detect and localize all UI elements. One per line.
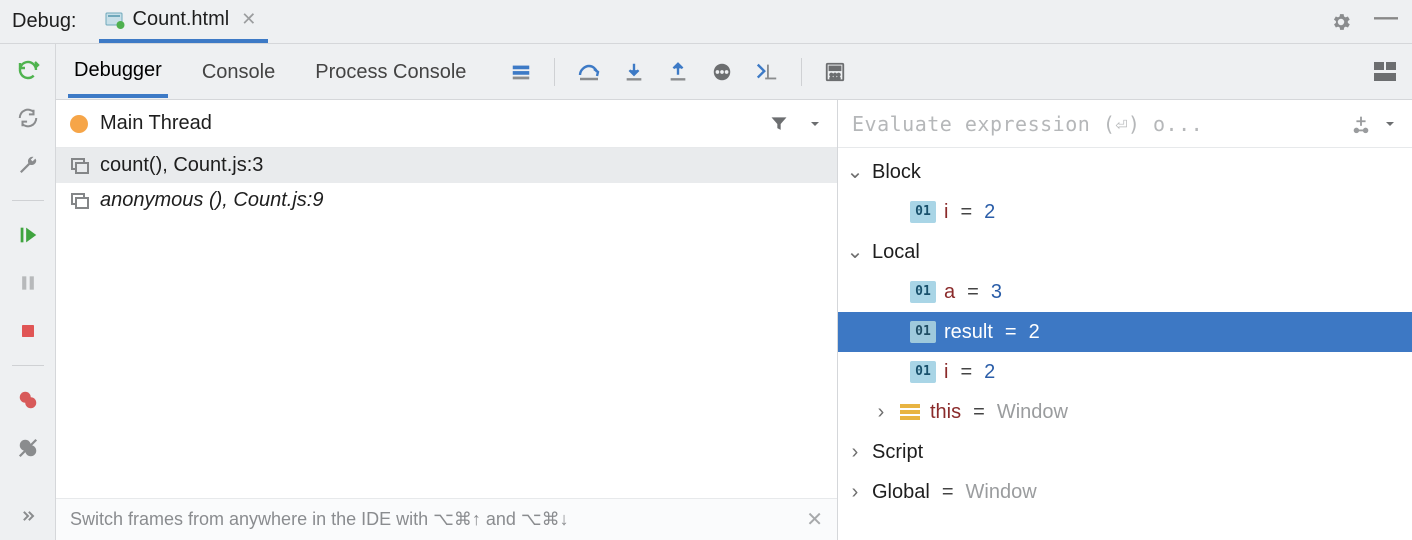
scope-local[interactable]: ⌄ Local bbox=[838, 232, 1412, 272]
variable-row[interactable]: 01 i = 2 bbox=[838, 352, 1412, 392]
threads-icon[interactable] bbox=[510, 61, 532, 83]
var-name: i bbox=[944, 356, 948, 388]
debugger-toolbar: Debugger Console Process Console bbox=[56, 44, 1412, 100]
separator bbox=[12, 365, 44, 366]
mute-breakpoints-icon[interactable] bbox=[14, 434, 42, 462]
var-value: Window bbox=[997, 396, 1068, 428]
file-tab-count[interactable]: Count.html ✕ bbox=[99, 0, 269, 43]
thread-status-icon bbox=[70, 115, 88, 133]
chevron-right-icon[interactable]: › bbox=[846, 436, 864, 468]
stop-icon[interactable] bbox=[14, 317, 42, 345]
primitive-icon: 01 bbox=[910, 361, 936, 383]
resume-icon[interactable] bbox=[14, 221, 42, 249]
close-tip-icon[interactable]: ✕ bbox=[806, 507, 823, 532]
primitive-icon: 01 bbox=[910, 321, 936, 343]
scope-global[interactable]: › Global = Window bbox=[838, 472, 1412, 512]
stack-frame-icon bbox=[70, 157, 90, 175]
thread-name: Main Thread bbox=[100, 112, 212, 135]
frame-label: count(), Count.js:3 bbox=[100, 154, 263, 177]
evaluate-icon[interactable] bbox=[824, 61, 846, 83]
step-into-icon[interactable] bbox=[623, 61, 645, 83]
wrench-icon[interactable] bbox=[14, 152, 42, 180]
frame-row[interactable]: anonymous (), Count.js:9 bbox=[56, 183, 837, 218]
equals: = bbox=[969, 396, 989, 428]
frame-label: anonymous (), Count.js:9 bbox=[100, 189, 323, 211]
variables-tree: ⌄ Block 01 i = 2 ⌄ Local 01 bbox=[838, 148, 1412, 540]
equals: = bbox=[956, 196, 976, 228]
equals: = bbox=[938, 476, 958, 508]
scope-block[interactable]: ⌄ Block bbox=[838, 152, 1412, 192]
var-name: result bbox=[944, 316, 993, 348]
tab-console[interactable]: Console bbox=[196, 47, 281, 96]
var-value: Window bbox=[966, 476, 1037, 508]
primitive-icon: 01 bbox=[910, 281, 936, 303]
var-name: this bbox=[930, 396, 961, 428]
object-icon bbox=[898, 402, 922, 422]
var-name: i bbox=[944, 196, 948, 228]
separator bbox=[801, 58, 802, 86]
equals: = bbox=[963, 276, 983, 308]
run-to-cursor-icon[interactable] bbox=[711, 61, 733, 83]
variables-pane: Evaluate expression (⏎) o... ⌄ Block bbox=[838, 100, 1412, 540]
chevron-down-icon[interactable]: ⌄ bbox=[846, 236, 864, 268]
debug-titlebar: Debug: Count.html ✕ — bbox=[0, 0, 1412, 44]
html-file-icon bbox=[105, 10, 125, 30]
minimize-icon[interactable]: — bbox=[1368, 4, 1404, 32]
layout-icon[interactable] bbox=[1374, 62, 1396, 82]
tip-text: Switch frames from anywhere in the IDE w… bbox=[70, 509, 569, 530]
debug-title: Debug: bbox=[12, 10, 77, 33]
tab-process-console[interactable]: Process Console bbox=[309, 47, 472, 96]
frames-tip: Switch frames from anywhere in the IDE w… bbox=[56, 498, 837, 540]
add-watch-icon[interactable] bbox=[1350, 113, 1372, 135]
frame-row[interactable]: count(), Count.js:3 bbox=[56, 148, 837, 183]
scope-label: Global bbox=[872, 476, 930, 508]
pause-icon[interactable] bbox=[14, 269, 42, 297]
gear-icon[interactable] bbox=[1324, 11, 1358, 33]
stack-frame-icon bbox=[70, 192, 90, 210]
rerun-icon[interactable] bbox=[14, 56, 42, 84]
var-value: 2 bbox=[984, 356, 995, 388]
var-value: 2 bbox=[984, 196, 995, 228]
variable-row[interactable]: 01 result = 2 bbox=[838, 312, 1412, 352]
step-out-icon[interactable] bbox=[667, 61, 689, 83]
variables-header: Evaluate expression (⏎) o... bbox=[838, 100, 1412, 148]
scope-label: Script bbox=[872, 436, 923, 468]
scope-script[interactable]: › Script bbox=[838, 432, 1412, 472]
var-value: 3 bbox=[991, 276, 1002, 308]
primitive-icon: 01 bbox=[910, 201, 936, 223]
chevron-down-icon[interactable] bbox=[1382, 116, 1398, 132]
filter-icon[interactable] bbox=[769, 114, 789, 134]
breakpoints-icon[interactable] bbox=[14, 386, 42, 414]
separator bbox=[554, 58, 555, 86]
close-icon[interactable]: ✕ bbox=[237, 9, 260, 30]
frames-header: Main Thread bbox=[56, 100, 837, 148]
chevron-down-icon[interactable]: ⌄ bbox=[846, 156, 864, 188]
reload-icon[interactable] bbox=[14, 104, 42, 132]
frames-list: count(), Count.js:3 anonymous (), Count.… bbox=[56, 148, 837, 498]
variable-row[interactable]: › this = Window bbox=[838, 392, 1412, 432]
frames-pane: Main Thread count(), Count.js:3 bbox=[56, 100, 838, 540]
equals: = bbox=[956, 356, 976, 388]
var-name: a bbox=[944, 276, 955, 308]
var-value: 2 bbox=[1029, 316, 1040, 348]
debug-sidebar bbox=[0, 44, 56, 540]
chevron-right-icon[interactable]: › bbox=[846, 476, 864, 508]
step-over-icon[interactable] bbox=[577, 61, 601, 83]
separator bbox=[12, 200, 44, 201]
scope-label: Block bbox=[872, 156, 921, 188]
force-step-icon[interactable] bbox=[755, 61, 779, 83]
file-tab-label: Count.html bbox=[133, 8, 230, 31]
more-icon[interactable] bbox=[14, 502, 42, 530]
tab-debugger[interactable]: Debugger bbox=[68, 45, 168, 98]
chevron-right-icon[interactable]: › bbox=[872, 396, 890, 428]
evaluate-input[interactable]: Evaluate expression (⏎) o... bbox=[852, 112, 1203, 136]
equals: = bbox=[1001, 316, 1021, 348]
chevron-down-icon[interactable] bbox=[807, 116, 823, 132]
scope-label: Local bbox=[872, 236, 920, 268]
variable-row[interactable]: 01 a = 3 bbox=[838, 272, 1412, 312]
variable-row[interactable]: 01 i = 2 bbox=[838, 192, 1412, 232]
